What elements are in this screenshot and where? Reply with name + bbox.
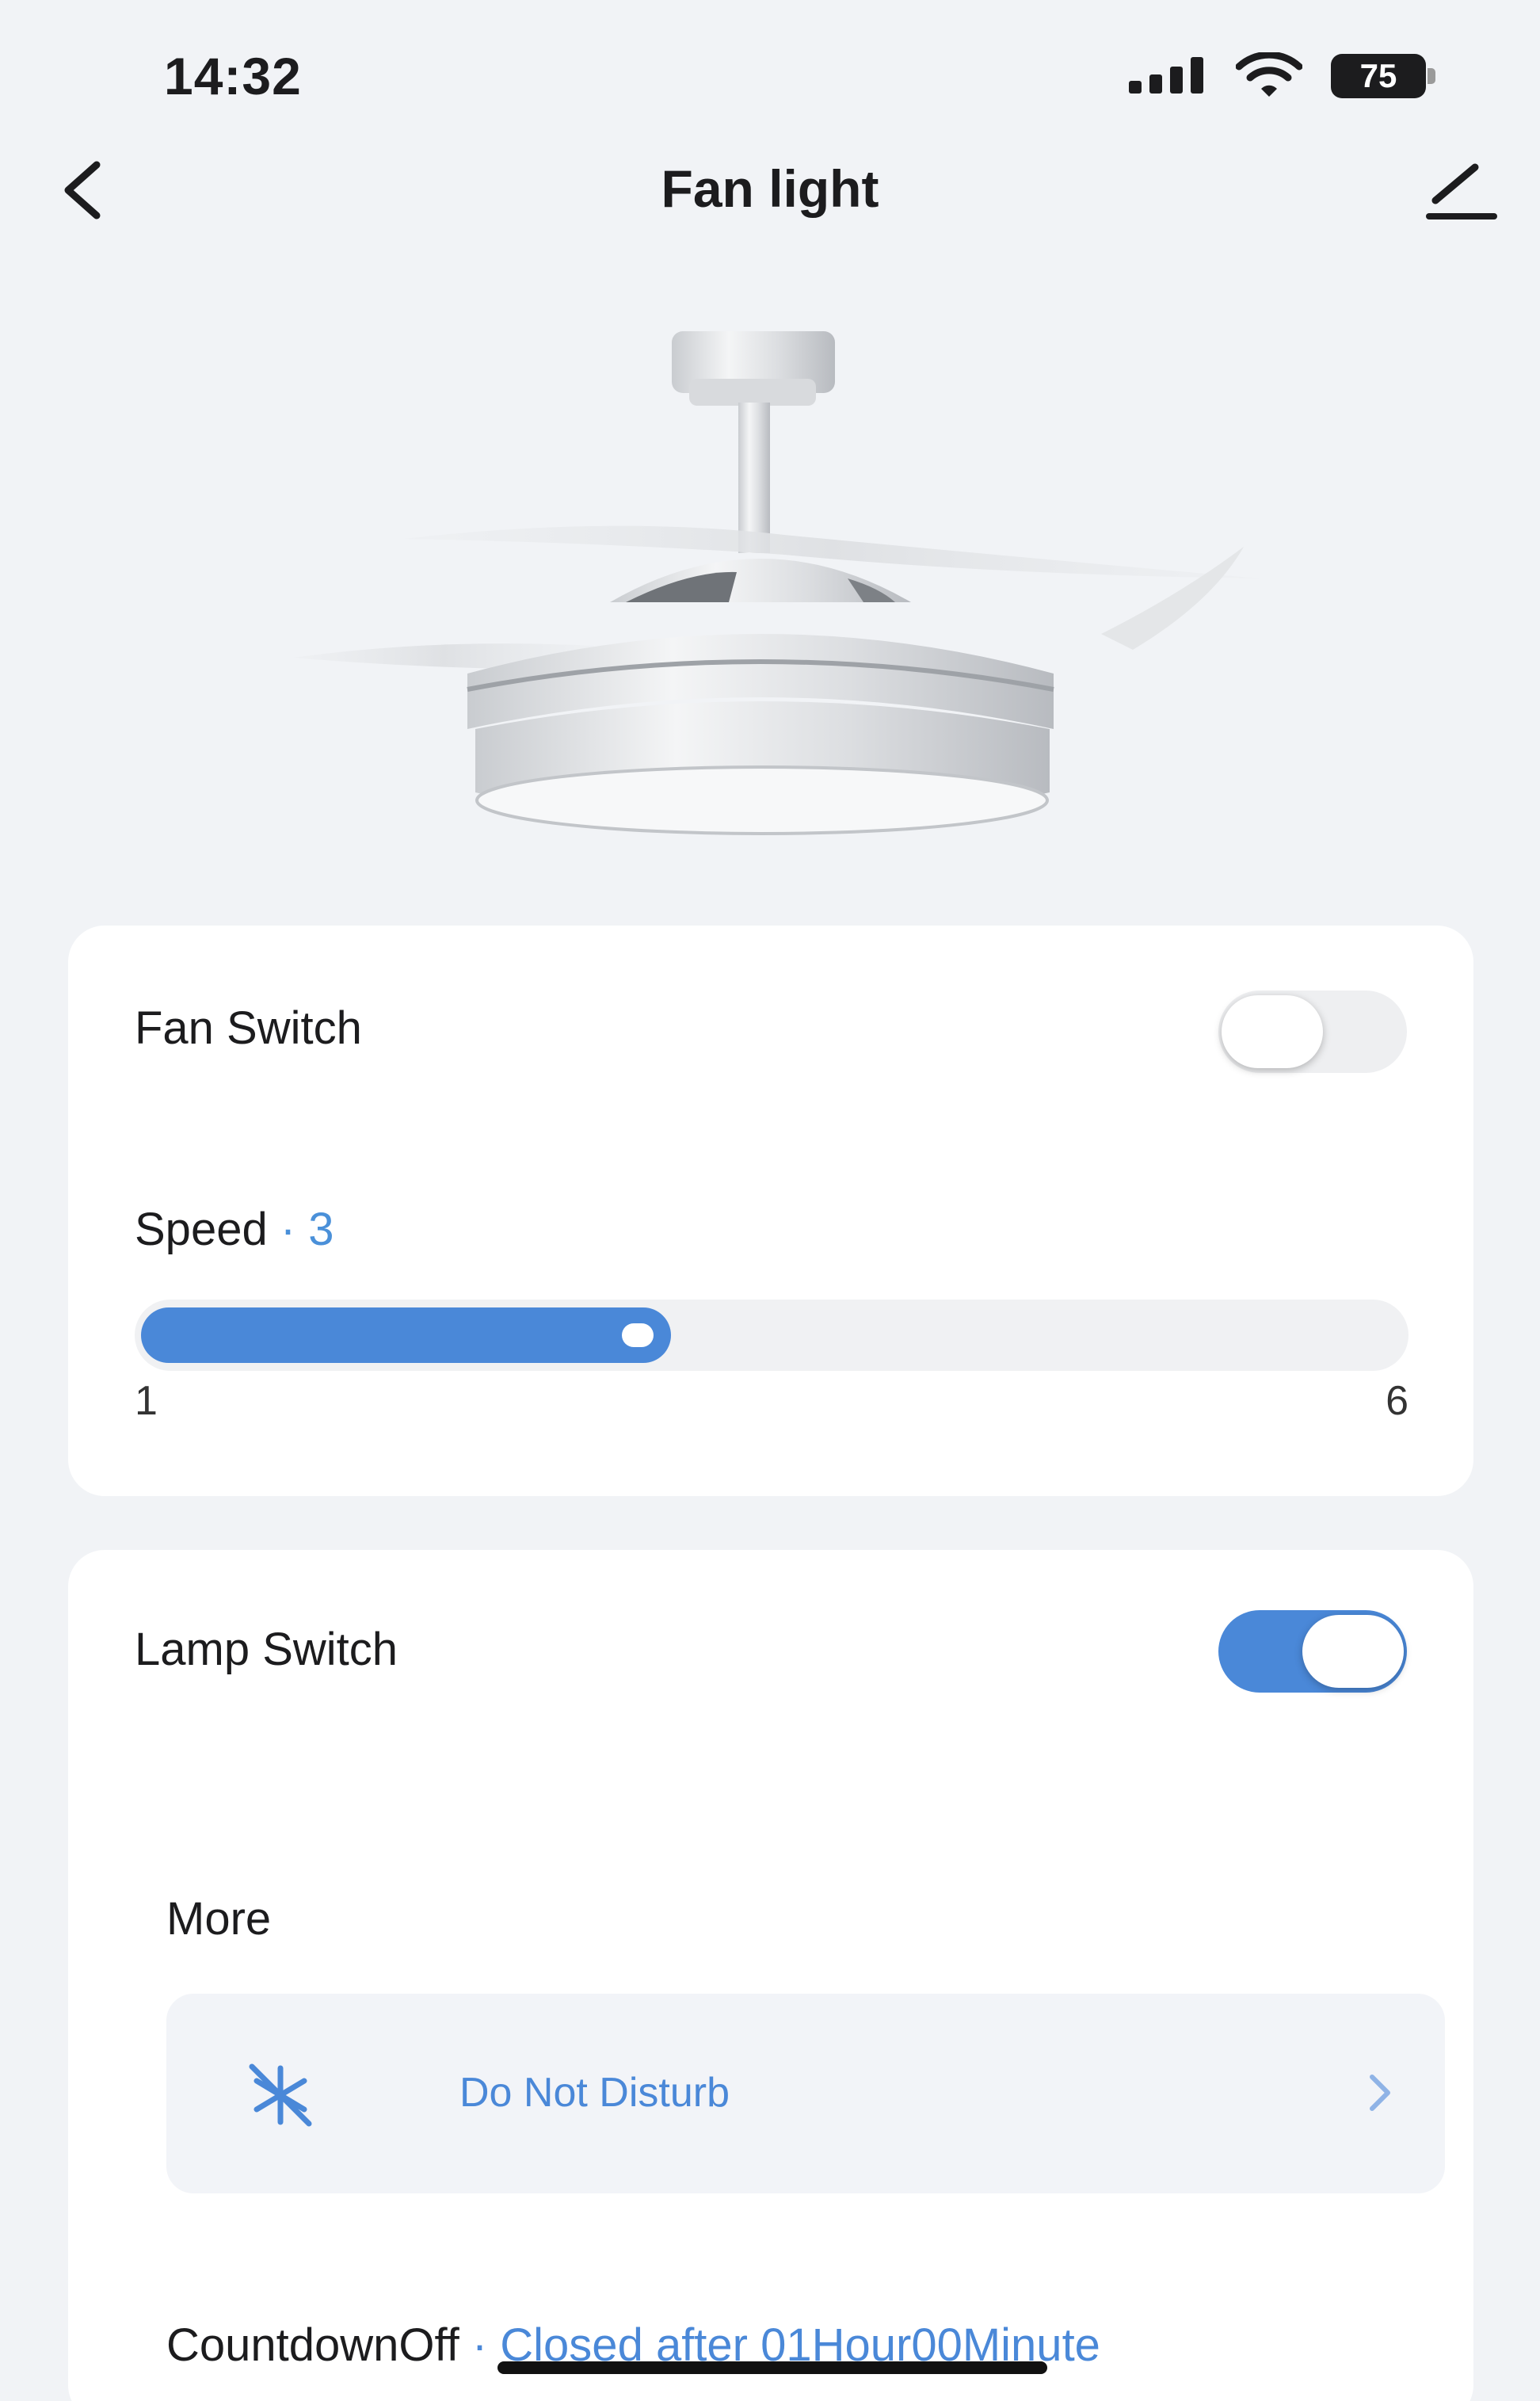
fan-control-card: Fan Switch Speed · 3 1 6 <box>68 926 1473 1496</box>
countdown-label: CountdownOff <box>166 2319 459 2371</box>
lamp-control-card: Lamp Switch More Do Not Disturb Countdow… <box>68 1550 1473 2401</box>
countdown-separator: · <box>459 2319 501 2371</box>
more-section-label: More <box>166 1893 272 1945</box>
battery-level: 75 <box>1359 57 1397 94</box>
do-not-disturb-icon <box>249 2063 312 2127</box>
speed-label-row: Speed · 3 <box>135 1203 334 1256</box>
wifi-icon <box>1236 52 1302 97</box>
fan-switch-toggle[interactable] <box>1218 991 1407 1073</box>
home-indicator <box>497 2361 1047 2374</box>
pencil-icon <box>1426 163 1497 219</box>
screen: 14:32 75 Fan light Fan Switch Speed · 3 … <box>0 0 1540 2401</box>
edit-button[interactable] <box>1418 155 1497 226</box>
speed-max-label: 6 <box>1386 1378 1408 1424</box>
fan-light-product-image <box>293 331 1260 835</box>
page-title: Fan light <box>661 159 879 218</box>
battery-icon: 75 <box>1331 54 1437 98</box>
speed-label: Speed <box>135 1204 268 1255</box>
do-not-disturb-row[interactable]: Do Not Disturb <box>166 1994 1445 2193</box>
chevron-right-icon <box>1370 2075 1390 2111</box>
lamp-switch-label: Lamp Switch <box>135 1624 398 1675</box>
toggle-knob <box>1222 995 1323 1068</box>
speed-min-label: 1 <box>135 1378 158 1424</box>
status-time: 14:32 <box>164 47 302 105</box>
cellular-signal-icon <box>1129 57 1203 94</box>
speed-separator: · <box>267 1204 309 1255</box>
speed-slider-thumb[interactable] <box>622 1323 654 1347</box>
speed-value: 3 <box>308 1204 334 1255</box>
fan-switch-label: Fan Switch <box>135 1002 362 1054</box>
speed-slider[interactable] <box>135 1300 1408 1371</box>
lamp-switch-toggle[interactable] <box>1218 1610 1407 1693</box>
battery-tip <box>1428 68 1435 84</box>
do-not-disturb-label: Do Not Disturb <box>459 2070 730 2116</box>
toggle-knob <box>1302 1615 1404 1688</box>
speed-slider-fill <box>141 1307 671 1363</box>
